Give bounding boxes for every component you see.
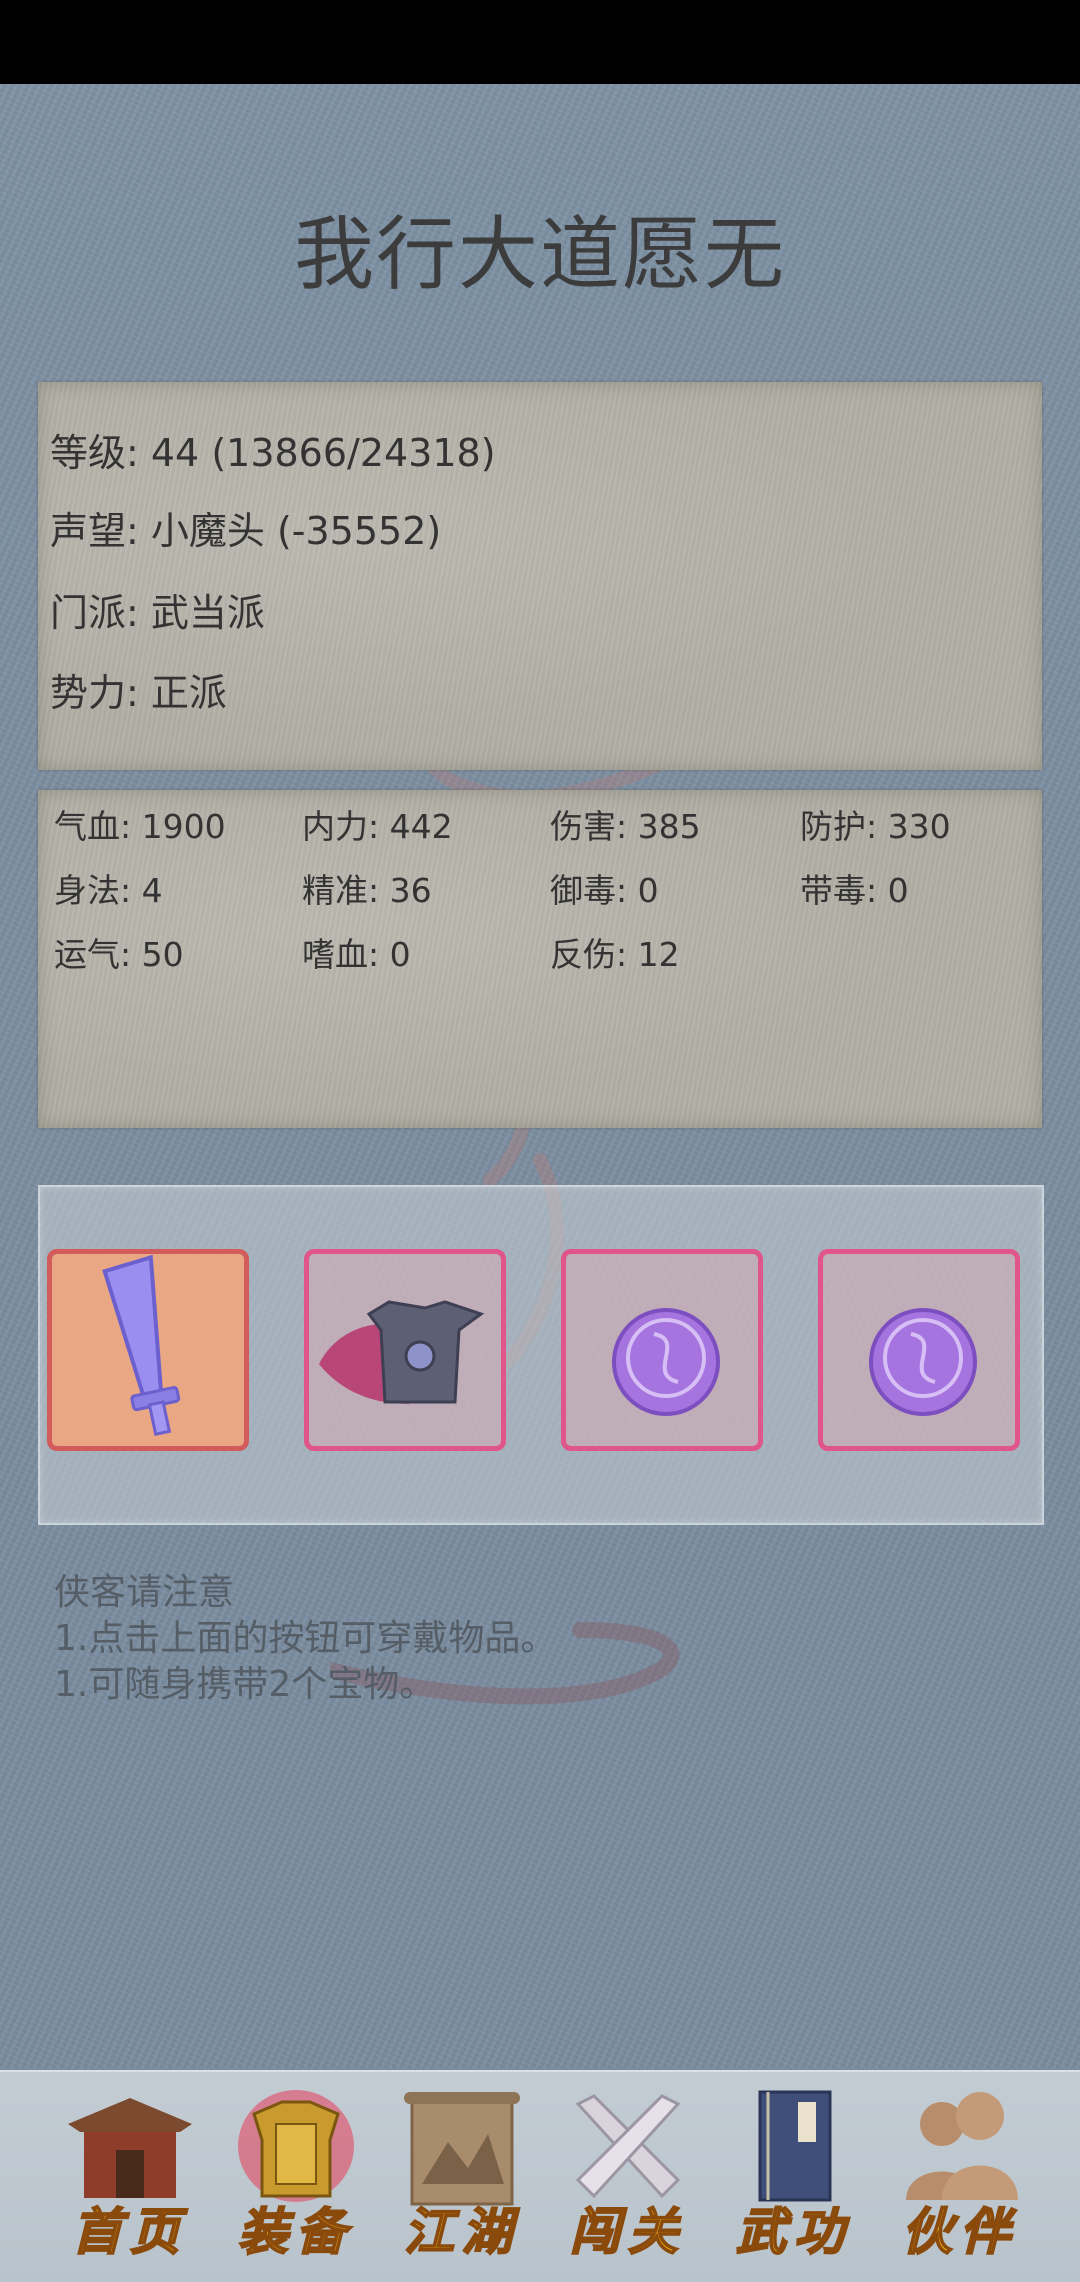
stat-poison-resist: 御毒: 0 (550, 871, 659, 910)
nav-martial-label: 武功 (735, 2201, 852, 2262)
stat-poison: 带毒: 0 (800, 871, 909, 910)
bottom-nav: 首页 装备 江湖 闯关 武功 伙伴 (0, 2070, 1080, 2282)
stat-defense: 防护: 330 (800, 807, 951, 846)
stat-hp: 气血: 1900 (54, 807, 226, 846)
notice-text: 侠客请注意 1.点击上面的按钮可穿戴物品。 1.可随身携带2个宝物。 (54, 1570, 556, 1708)
character-info-panel: 等级: 44 (13866/24318) 声望: 小魔头 (-35552) 门派… (38, 382, 1042, 770)
nav-partner[interactable]: 伙伴 (880, 2084, 1040, 2274)
level-text: 等级: 44 (13866/24318) (50, 431, 496, 475)
sword-icon (102, 1254, 181, 1437)
nav-challenge[interactable]: 闯关 (548, 2084, 708, 2274)
nav-challenge-label: 闯关 (569, 2201, 686, 2262)
equip-slot-armor[interactable] (304, 1249, 506, 1451)
stat-mp: 内力: 442 (302, 807, 453, 846)
nav-home-label: 首页 (71, 2201, 188, 2262)
equip-slot-treasure-2[interactable] (818, 1249, 1020, 1451)
page-title: 我行大道愿无 (294, 208, 786, 301)
attributes-panel: 气血: 1900 内力: 442 伤害: 385 防护: 330 身法: 4 精… (38, 790, 1042, 1128)
status-bar (0, 0, 1080, 84)
notice-heading: 侠客请注意 (54, 1572, 235, 1613)
faction-text: 势力: 正派 (50, 671, 227, 715)
nav-jianghu[interactable]: 江湖 (382, 2084, 542, 2274)
notice-line-1: 1.点击上面的按钮可穿戴物品。 (54, 1618, 557, 1659)
nav-home[interactable]: 首页 (50, 2084, 210, 2274)
reputation-text: 声望: 小魔头 (-35552) (50, 509, 442, 553)
nav-equip-label: 装备 (237, 2201, 354, 2262)
nav-partner-label: 伙伴 (901, 2201, 1018, 2262)
stat-agility: 身法: 4 (54, 871, 163, 910)
sect-text: 门派: 武当派 (50, 591, 265, 635)
stat-damage: 伤害: 385 (550, 807, 701, 846)
armor-icon (319, 1300, 485, 1404)
nav-jianghu-label: 江湖 (403, 2201, 520, 2262)
stat-reflect: 反伤: 12 (550, 935, 680, 974)
notice-line-2: 1.可随身携带2个宝物。 (54, 1664, 436, 1705)
treasure-seal-icon (612, 1308, 720, 1416)
nav-equip[interactable]: 装备 (216, 2084, 376, 2274)
stat-accuracy: 精准: 36 (302, 871, 432, 910)
treasure-seal-icon (869, 1308, 977, 1416)
stat-lifesteal: 嗜血: 0 (302, 935, 411, 974)
stat-luck: 运气: 50 (54, 935, 184, 974)
equip-slot-treasure-1[interactable] (561, 1249, 763, 1451)
equip-slot-weapon[interactable] (47, 1249, 249, 1451)
nav-martial[interactable]: 武功 (714, 2084, 874, 2274)
